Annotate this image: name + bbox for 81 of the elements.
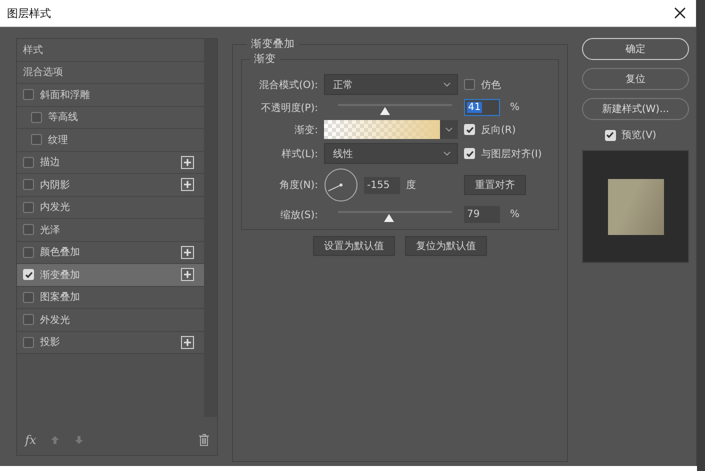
window-title: 图层样式 (7, 6, 51, 20)
field-label: 不透明度(P): (260, 102, 318, 114)
checkmark-icon (466, 150, 474, 158)
close-icon[interactable] (674, 7, 686, 19)
group-title: 渐变 (250, 53, 280, 65)
chevron-down-icon[interactable] (445, 127, 453, 132)
field-label: 混合模式(O): (258, 78, 318, 92)
item-label: 内阴影 (40, 178, 71, 192)
item-label: 样式 (23, 44, 44, 57)
reset-align-button[interactable]: 重置对齐 (464, 175, 526, 195)
up-arrow-icon[interactable] (50, 435, 60, 445)
checkmark-icon (24, 270, 32, 279)
item-label: 外发光 (40, 314, 71, 327)
add-icon[interactable] (181, 336, 194, 349)
style-list-item[interactable]: 投影 (17, 332, 204, 354)
item-label: 等高线 (48, 110, 79, 124)
gradient-picker[interactable] (324, 120, 458, 139)
checkbox[interactable] (23, 336, 34, 348)
preview-swatch (608, 178, 664, 234)
style-list-item[interactable]: 等高线 (17, 106, 204, 129)
style-list-item[interactable]: 颜色叠加 (17, 242, 204, 264)
fx-button[interactable]: fx (25, 433, 36, 447)
dialog-button[interactable]: 复位 (582, 68, 689, 90)
reverse-checkbox[interactable]: 反向(R) (464, 122, 552, 136)
field-label: 渐变: (294, 124, 318, 136)
item-label: 纹理 (48, 134, 69, 147)
add-icon[interactable] (181, 268, 194, 282)
opacity-input[interactable]: 41 (464, 99, 500, 116)
scale-input[interactable]: 79 (464, 206, 500, 223)
item-label: 内发光 (40, 200, 71, 214)
angle-input[interactable]: -155 (364, 176, 400, 194)
trash-icon[interactable] (199, 434, 209, 446)
dialog-button[interactable]: 新建样式(W)... (582, 98, 689, 120)
group-title: 渐变叠加 (247, 38, 299, 50)
checkbox[interactable] (23, 202, 34, 213)
checkbox[interactable] (23, 89, 34, 100)
field-label: 角度(N): (278, 178, 318, 192)
dither-checkbox[interactable]: 仿色 (464, 78, 552, 92)
checkmark-icon (606, 131, 614, 139)
add-icon[interactable] (181, 156, 194, 169)
align-checkbox[interactable]: 与图层对齐(I) (464, 146, 552, 160)
blend-mode-dropdown[interactable]: 正常 (324, 74, 458, 95)
default-button[interactable]: 设置为默认值 (313, 236, 395, 256)
item-label: 混合选项 (23, 66, 64, 80)
chevron-down-icon[interactable] (443, 82, 451, 87)
field-label: 样式(L): (280, 148, 318, 160)
item-label: 描边 (40, 156, 61, 170)
field-label: 缩放(S): (279, 208, 318, 222)
preview-checkbox[interactable]: 预览(V) (582, 128, 679, 142)
add-icon[interactable] (181, 246, 194, 259)
item-label: 颜色叠加 (40, 246, 81, 260)
checkbox[interactable] (23, 292, 34, 303)
style-list-item[interactable]: 描边 (17, 152, 204, 174)
item-label: 斜面和浮雕 (40, 88, 91, 102)
style-list-item[interactable]: 图案叠加 (17, 286, 204, 309)
checkbox[interactable] (23, 179, 34, 190)
item-label: 图案叠加 (40, 290, 81, 304)
item-label: 渐变叠加 (40, 268, 81, 282)
default-button[interactable]: 复位为默认值 (405, 236, 487, 256)
style-list-item[interactable]: 内发光 (17, 196, 204, 219)
angle-dial[interactable] (324, 168, 358, 202)
unit-label: % (510, 209, 520, 220)
checkbox[interactable] (31, 112, 42, 123)
checkmark-icon (466, 126, 474, 134)
style-dropdown[interactable]: 线性 (324, 143, 458, 164)
checkbox[interactable] (23, 156, 34, 168)
checkbox[interactable] (31, 134, 42, 146)
style-list-item[interactable]: 渐变叠加 (17, 264, 204, 286)
add-icon[interactable] (181, 178, 194, 192)
item-label: 投影 (40, 336, 61, 350)
unit-label: 度 (406, 178, 416, 192)
item-label: 光泽 (40, 224, 61, 237)
style-list-item[interactable]: 混合选项 (17, 62, 204, 84)
chevron-down-icon[interactable] (443, 151, 451, 156)
scrollbar[interactable] (204, 39, 217, 417)
checkbox[interactable] (23, 314, 34, 326)
down-arrow-icon[interactable] (74, 435, 84, 445)
dialog-button[interactable]: 确定 (582, 38, 689, 60)
unit-label: % (510, 102, 520, 113)
checkbox[interactable] (23, 246, 34, 258)
checkbox[interactable] (23, 224, 34, 236)
